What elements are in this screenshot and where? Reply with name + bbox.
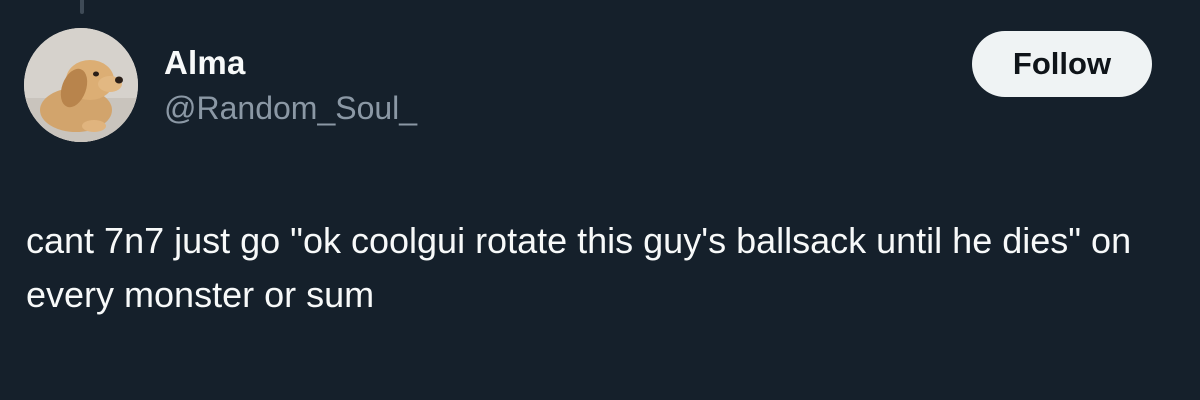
follow-button[interactable]: Follow	[972, 31, 1152, 97]
tweet-text: cant 7n7 just go "ok coolgui rotate this…	[26, 220, 1132, 315]
tweet-card: Alma @Random_Soul_ Follow cant 7n7 just …	[0, 0, 1200, 400]
display-name[interactable]: Alma	[164, 44, 246, 82]
dog-avatar-image	[24, 28, 138, 142]
thread-connector-line	[80, 0, 84, 14]
avatar[interactable]	[24, 28, 138, 142]
user-handle[interactable]: @Random_Soul_	[164, 90, 417, 127]
